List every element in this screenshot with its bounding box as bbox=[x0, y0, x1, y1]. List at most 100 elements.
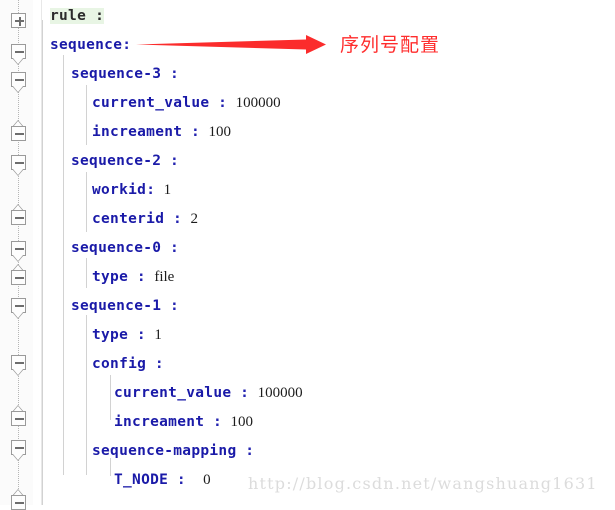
code-line[interactable]: type : file bbox=[92, 263, 174, 291]
key-value-separator: : bbox=[161, 240, 179, 256]
fold-region-start-arrow-icon bbox=[12, 369, 24, 376]
fold-toggle-box[interactable] bbox=[11, 210, 26, 225]
indent-guide bbox=[63, 55, 64, 475]
fold-end-marker[interactable] bbox=[11, 489, 26, 510]
fold-toggle-box[interactable] bbox=[11, 126, 26, 141]
config-value: 100 bbox=[230, 414, 254, 430]
fold-toggle-box[interactable] bbox=[11, 355, 26, 370]
fold-toggle-box[interactable] bbox=[11, 411, 26, 426]
code-line[interactable]: type : 1 bbox=[92, 321, 162, 349]
fold-toggle-box[interactable] bbox=[11, 440, 26, 455]
fold-toggle-box[interactable] bbox=[11, 44, 26, 59]
fold-collapse-marker[interactable] bbox=[11, 298, 26, 319]
fold-region-start-arrow-icon bbox=[12, 312, 24, 319]
code-line[interactable]: sequence-mapping : bbox=[92, 437, 254, 465]
key-value-separator: : bbox=[231, 385, 258, 401]
minus-icon bbox=[15, 248, 24, 250]
key-value-separator: : bbox=[209, 95, 236, 111]
fold-toggle-box[interactable] bbox=[11, 13, 26, 28]
code-line[interactable]: increament : 100 bbox=[114, 408, 253, 436]
code-line[interactable]: sequence-1 : bbox=[71, 292, 179, 320]
config-value: 100000 bbox=[257, 385, 303, 401]
plus-icon bbox=[15, 16, 24, 26]
config-key: T_NODE bbox=[114, 472, 169, 488]
yaml-config-editor: rule : sequence: sequence-3 : current_value… bbox=[0, 0, 615, 510]
config-value: 100 bbox=[208, 124, 232, 140]
minus-icon bbox=[15, 418, 24, 420]
fold-collapse-marker[interactable] bbox=[11, 440, 26, 461]
fold-collapse-marker[interactable] bbox=[11, 44, 26, 65]
fold-end-marker[interactable] bbox=[11, 264, 26, 285]
key-value-separator: : bbox=[236, 443, 254, 459]
code-line[interactable]: increament : 100 bbox=[92, 118, 231, 146]
key-value-separator: : bbox=[146, 182, 164, 198]
fold-toggle-box[interactable] bbox=[11, 298, 26, 313]
config-key: increament bbox=[114, 414, 205, 430]
indent-guide bbox=[86, 172, 87, 232]
fold-toggle-box[interactable] bbox=[11, 495, 26, 510]
config-key: current_value bbox=[114, 385, 232, 401]
key-value-separator: : bbox=[122, 37, 131, 53]
minus-icon bbox=[15, 162, 24, 164]
code-line[interactable]: workid: 1 bbox=[92, 176, 171, 204]
minus-icon bbox=[15, 447, 24, 449]
minus-icon bbox=[15, 217, 24, 219]
code-line[interactable]: sequence-2 : bbox=[71, 147, 179, 175]
fold-toggle-box[interactable] bbox=[11, 270, 26, 285]
code-line[interactable]: centerid : 2 bbox=[92, 205, 198, 233]
fold-toggle-box[interactable] bbox=[11, 72, 26, 87]
fold-collapse-marker[interactable] bbox=[11, 355, 26, 376]
config-key: sequence-1 bbox=[71, 298, 162, 314]
code-line[interactable]: sequence: bbox=[50, 31, 131, 59]
indent-guide bbox=[86, 258, 87, 288]
minus-icon bbox=[15, 362, 24, 364]
fold-end-marker[interactable] bbox=[11, 120, 26, 141]
key-value-separator: : bbox=[161, 153, 179, 169]
code-line[interactable]: sequence-3 : bbox=[71, 60, 179, 88]
fold-end-marker[interactable] bbox=[11, 204, 26, 225]
key-value-separator: : bbox=[146, 356, 164, 372]
fold-collapse-marker[interactable] bbox=[11, 155, 26, 176]
fold-region-start-arrow-icon bbox=[12, 169, 24, 176]
code-line[interactable]: sequence-0 : bbox=[71, 234, 179, 262]
code-line[interactable]: rule : bbox=[50, 2, 105, 30]
code-line[interactable]: T_NODE : 0 bbox=[114, 466, 211, 494]
fold-end-marker[interactable] bbox=[11, 405, 26, 426]
config-value: 100000 bbox=[235, 95, 281, 111]
indent-guide bbox=[86, 85, 87, 145]
key-value-separator: : bbox=[204, 414, 231, 430]
config-key: type bbox=[92, 327, 129, 343]
annotation-label: 序列号配置 bbox=[340, 34, 441, 56]
config-key: sequence-mapping bbox=[92, 443, 237, 459]
minus-icon bbox=[15, 79, 24, 81]
fold-expand-marker[interactable] bbox=[11, 13, 26, 28]
config-key: config bbox=[92, 356, 147, 372]
code-content-area[interactable]: rule : sequence: sequence-3 : current_value… bbox=[42, 0, 615, 505]
key-value-separator: : bbox=[161, 66, 179, 82]
key-value-separator: : bbox=[168, 472, 204, 488]
key-value-separator: : bbox=[128, 269, 155, 285]
fold-region-start-arrow-icon bbox=[12, 255, 24, 262]
config-key: type bbox=[92, 269, 129, 285]
indent-guide bbox=[110, 375, 111, 420]
fold-toggle-box[interactable] bbox=[11, 241, 26, 256]
code-line[interactable]: current_value : 100000 bbox=[92, 89, 281, 117]
fold-collapse-marker[interactable] bbox=[11, 241, 26, 262]
indent-guide bbox=[42, 20, 43, 505]
fold-collapse-marker[interactable] bbox=[11, 72, 26, 93]
config-key: increament bbox=[92, 124, 183, 140]
key-value-separator: : bbox=[86, 8, 105, 24]
config-key: sequence-3 bbox=[71, 66, 162, 82]
code-line[interactable]: config : bbox=[92, 350, 164, 378]
minus-icon bbox=[15, 133, 24, 135]
minus-icon bbox=[15, 502, 24, 504]
minus-icon bbox=[15, 51, 24, 53]
config-value: 0 bbox=[203, 472, 211, 488]
code-folding-gutter[interactable] bbox=[0, 0, 34, 510]
code-line[interactable]: current_value : 100000 bbox=[114, 379, 303, 407]
minus-icon bbox=[15, 277, 24, 279]
fold-region-start-arrow-icon bbox=[12, 454, 24, 461]
fold-toggle-box[interactable] bbox=[11, 155, 26, 170]
watermark-url: http://blog.csdn.net/wangshuang1631 bbox=[248, 474, 598, 493]
config-key: sequence-2 bbox=[71, 153, 162, 169]
